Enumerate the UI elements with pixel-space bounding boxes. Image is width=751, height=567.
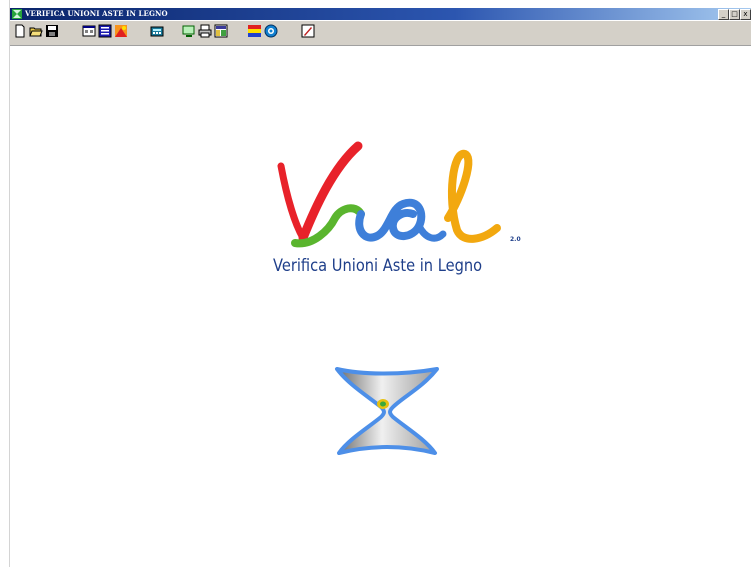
app-icon bbox=[12, 9, 22, 19]
open-folder-icon bbox=[29, 27, 43, 37]
chart-icon bbox=[115, 25, 127, 37]
window-title: VERIFICA UNIONI ASTE IN LEGNO bbox=[25, 9, 168, 18]
maximize-button[interactable]: □ bbox=[729, 9, 740, 20]
title-bar: VERIFICA UNIONI ASTE IN LEGNO _ □ x bbox=[10, 8, 751, 20]
logo-version: 2.0 bbox=[510, 236, 521, 243]
logo-subtitle: Verifica Unioni Aste in Legno bbox=[273, 256, 483, 276]
report-button[interactable] bbox=[214, 24, 228, 38]
minimize-button[interactable]: _ bbox=[718, 9, 729, 20]
toolbar bbox=[10, 21, 751, 46]
calculator-icon bbox=[150, 26, 164, 37]
list-button[interactable] bbox=[98, 24, 112, 38]
open-button[interactable] bbox=[29, 24, 43, 38]
chart-button[interactable] bbox=[114, 24, 128, 38]
text-tool-button[interactable] bbox=[248, 24, 262, 38]
new-document-icon bbox=[15, 24, 25, 38]
new-document-button[interactable] bbox=[13, 24, 27, 38]
hourglass-emblem-icon bbox=[335, 367, 439, 455]
target-icon bbox=[264, 24, 278, 38]
print-icon bbox=[198, 24, 212, 38]
text-tool-icon bbox=[248, 25, 261, 37]
app-logo: 2.0 Verifica Unioni Aste in Legno bbox=[243, 138, 524, 290]
save-button[interactable] bbox=[45, 24, 59, 38]
close-button[interactable]: x bbox=[740, 9, 751, 20]
properties-icon bbox=[82, 25, 96, 37]
preview-button[interactable] bbox=[182, 24, 196, 38]
preview-icon bbox=[182, 25, 195, 37]
report-icon bbox=[214, 24, 228, 38]
edit-button[interactable] bbox=[301, 24, 315, 38]
edit-icon bbox=[301, 24, 315, 38]
save-disk-icon bbox=[46, 25, 58, 37]
calculator-button[interactable] bbox=[150, 24, 164, 38]
print-button[interactable] bbox=[198, 24, 212, 38]
list-icon bbox=[98, 24, 112, 38]
window-left-edge bbox=[0, 0, 10, 567]
properties-button[interactable] bbox=[82, 24, 96, 38]
logo-wordmark-graphic bbox=[277, 141, 501, 248]
target-button[interactable] bbox=[264, 24, 278, 38]
